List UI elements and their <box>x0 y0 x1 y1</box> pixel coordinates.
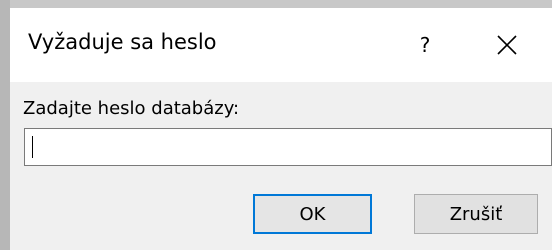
cancel-button[interactable]: Zrušiť <box>414 194 538 234</box>
help-button[interactable]: ? <box>400 20 450 70</box>
dialog-left-edge <box>0 0 10 250</box>
close-button[interactable] <box>480 20 534 70</box>
dialog-titlebar: Vyžaduje sa heslo ? <box>10 8 552 82</box>
password-prompt-label: Zadajte heslo databázy: <box>23 98 240 119</box>
dialog-title: Vyžaduje sa heslo <box>28 30 217 54</box>
password-field[interactable] <box>24 128 552 166</box>
dialog-content: Zadajte heslo databázy: OK Zrušiť <box>10 82 552 250</box>
dialog-top-edge <box>0 0 552 8</box>
ok-button[interactable]: OK <box>253 194 372 234</box>
text-caret <box>32 136 33 158</box>
password-dialog: Vyžaduje sa heslo ? Zadajte heslo databá… <box>0 0 552 250</box>
close-icon <box>497 35 517 55</box>
